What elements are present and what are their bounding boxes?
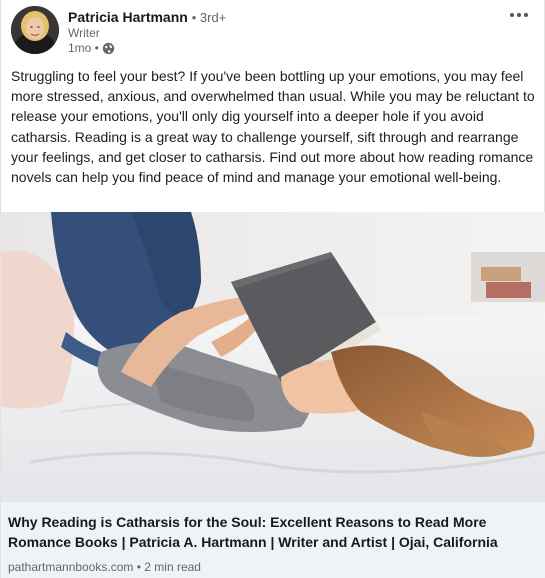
- link-preview-title[interactable]: Why Reading is Catharsis for the Soul: E…: [8, 512, 539, 552]
- post-body-text: Struggling to feel your best? If you've …: [11, 68, 535, 186]
- post-meta: 1mo •: [68, 41, 115, 55]
- author-name[interactable]: Patricia Hartmann: [68, 9, 188, 25]
- author-avatar[interactable]: [11, 6, 59, 54]
- feed-post-card: Patricia Hartmann • 3rd+ Writer 1mo • St…: [0, 0, 545, 578]
- link-preview-meta: pathartmannbooks.com • 2 min read: [8, 560, 201, 574]
- post-header: Patricia Hartmann • 3rd+ Writer 1mo •: [11, 6, 536, 60]
- author-line: Patricia Hartmann • 3rd+: [68, 9, 226, 26]
- author-headline: Writer: [68, 26, 100, 40]
- link-preview[interactable]: Why Reading is Catharsis for the Soul: E…: [1, 502, 545, 578]
- post-image[interactable]: [1, 212, 545, 502]
- post-time: 1mo •: [68, 41, 99, 55]
- more-options-icon[interactable]: [506, 6, 532, 24]
- connection-degree: • 3rd+: [191, 10, 227, 25]
- globe-icon: [102, 42, 115, 55]
